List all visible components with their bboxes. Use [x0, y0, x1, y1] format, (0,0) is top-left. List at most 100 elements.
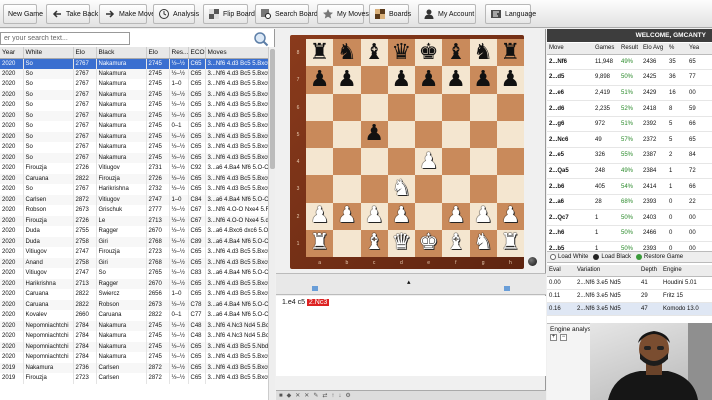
board-square[interactable]: [442, 93, 470, 121]
bold-icon[interactable]: ■: [279, 393, 283, 399]
board-square[interactable]: [469, 148, 497, 176]
add-engine-button[interactable]: +: [550, 334, 557, 341]
games-col-header[interactable]: Moves: [205, 47, 269, 59]
nav-last-button[interactable]: [504, 286, 510, 291]
game-row[interactable]: 2020 So 2767 Harikrishna 2732 ½–½ C65 3...Nf6 4…: [0, 184, 269, 195]
black-pawn-icon[interactable]: ♟: [442, 66, 469, 93]
flip-board-button[interactable]: Flip Board: [203, 4, 255, 24]
white-knight-icon[interactable]: ♞: [388, 175, 415, 202]
game-row[interactable]: 2020 Caruana 2822 Swiercz 2656 1–0 C65 3...Nf6 …: [0, 289, 269, 300]
black-knight-icon[interactable]: ♞: [333, 39, 360, 66]
games-col-header[interactable]: Elo: [146, 47, 170, 59]
stats-col-header[interactable]: Elo Avg: [641, 43, 667, 55]
games-col-header[interactable]: Elo: [73, 47, 97, 59]
games-col-header[interactable]: Res...: [169, 47, 189, 59]
games-scroll-thumb[interactable]: [270, 49, 275, 169]
stats-col-header[interactable]: %: [667, 43, 687, 55]
game-row[interactable]: 2020 So 2767 Nakamura 2745 ½–½ C65 3...Nf6 4.d3…: [0, 58, 269, 69]
board-square[interactable]: [415, 120, 443, 148]
game-row[interactable]: 2020 Harikrishna 2713 Ragger 2670 ½–½ C65 3...N…: [0, 278, 269, 289]
game-row[interactable]: 2020 Kovalev 2660 Caruana 2822 0–1 C77 3...a6 4…: [0, 310, 269, 321]
current-move[interactable]: 2.Nc3: [306, 299, 330, 306]
white-rook-icon[interactable]: ♜: [306, 230, 333, 257]
nav-first-button[interactable]: [312, 286, 318, 291]
game-row[interactable]: 2020 So 2767 Nakamura 2745 ½–½ C65 3...Nf6 4.d3…: [0, 142, 269, 153]
black-pawn-icon[interactable]: ♟: [361, 121, 388, 148]
black-pawn-icon[interactable]: ♟: [470, 66, 497, 93]
boards-button[interactable]: Boards: [369, 4, 411, 24]
game-row[interactable]: 2020 Nepomniachtchi 2784 Nakamura 2745 ½–½ C65…: [0, 352, 269, 363]
black-rook-icon[interactable]: ♜: [306, 39, 333, 66]
opening-move-row[interactable]: 2...d6 2,235 52% 2418 8 59: [547, 100, 712, 117]
opening-move-row[interactable]: 2...Qa5 248 49% 2384 1 72: [547, 163, 712, 180]
delete-icon[interactable]: ✕: [304, 392, 309, 399]
language-button[interactable]: Language: [485, 4, 536, 24]
board-square[interactable]: [306, 175, 334, 203]
black-queen-icon[interactable]: ♛: [388, 39, 415, 66]
white-rook-icon[interactable]: ♜: [497, 230, 524, 257]
board-square[interactable]: [469, 120, 497, 148]
game-row[interactable]: 2020 Nepomniachtchi 2784 Nakamura 2745 ½–½ C65…: [0, 341, 269, 352]
game-row[interactable]: 2019 Firouzja 2723 Carlsen 2872 ½–½ C65 3...Nf6…: [0, 373, 269, 384]
game-row[interactable]: 2020 So 2767 Nakamura 2745 ½–½ C65 3...Nf6 4.d3…: [0, 68, 269, 79]
engine-row[interactable]: 0.11 2...Nf6 3.e5 Nd5 29 Fritz 15: [547, 289, 712, 303]
game-row[interactable]: 2020 So 2767 Nakamura 2745 ½–½ C65 3...Nf6 4.d3…: [0, 110, 269, 121]
game-row[interactable]: 2020 Duda 2758 Giri 2768 ½–½ C89 3...a6 4.Ba4 N…: [0, 236, 269, 247]
opening-move-row[interactable]: 2...g6 972 51% 2392 5 66: [547, 116, 712, 133]
opening-move-row[interactable]: 2...Nf6 11,948 49% 2436 35 65: [547, 54, 712, 71]
opening-move-row[interactable]: 2...Nc6 49 57% 2372 5 65: [547, 131, 712, 149]
black-pawn-icon[interactable]: ♟: [333, 66, 360, 93]
white-pawn-icon[interactable]: ♟: [470, 203, 497, 230]
game-row[interactable]: 2020 Anand 2758 Giri 2768 ½–½ C65 3...Nf6 4.d3 …: [0, 257, 269, 268]
opening-move-row[interactable]: 2...d5 9,898 50% 2425 36 77: [547, 69, 712, 86]
stats-col-header[interactable]: Move: [547, 43, 593, 55]
black-pawn-icon[interactable]: ♟: [388, 66, 415, 93]
black-bishop-icon[interactable]: ♝: [442, 39, 469, 66]
board-square[interactable]: [333, 120, 361, 148]
game-row[interactable]: 2020 Carlsen 2872 Vitiugov 2747 1–0 C84 3...a6 …: [0, 194, 269, 205]
board-square[interactable]: [333, 93, 361, 121]
game-row[interactable]: 2020 So 2767 Nakamura 2745 ½–½ C65 3...Nf6 4.d3…: [0, 152, 269, 163]
board-square[interactable]: [306, 148, 334, 176]
board-square[interactable]: [496, 93, 524, 121]
board-square[interactable]: [496, 175, 524, 203]
games-scrollbar[interactable]: [268, 47, 275, 400]
game-row[interactable]: 2020 So 2767 Nakamura 2745 ½–½ C65 3...Nf6 4.d3…: [0, 89, 269, 100]
opening-move-row[interactable]: 2...h6 1 50% 2466 0 00: [547, 225, 712, 242]
opening-move-row[interactable]: 2...e5 326 55% 2387 2 84: [547, 147, 712, 164]
board-square[interactable]: [415, 175, 443, 203]
board-square[interactable]: [333, 229, 361, 257]
opening-move-row[interactable]: 2...a6 28 68% 2393 0 22: [547, 194, 712, 211]
analysis-button[interactable]: Analysis: [153, 4, 199, 24]
black-king-icon[interactable]: ♚: [415, 39, 442, 66]
move-prefix[interactable]: 1.e4 c5: [282, 299, 305, 306]
engine-row[interactable]: 0.16 2...Nf6 3.e5 Nd5 47 Komodo 13.0: [547, 302, 712, 316]
white-queen-icon[interactable]: ♛: [388, 230, 415, 257]
load-black-button[interactable]: Load Black: [593, 254, 631, 260]
comment-icon[interactable]: ✎: [313, 392, 318, 399]
white-pawn-icon[interactable]: ♟: [497, 203, 524, 230]
demote-icon[interactable]: ↓: [338, 393, 341, 399]
board-square[interactable]: [360, 66, 388, 94]
game-row[interactable]: 2020 Caruana 2822 Firouzja 2726 ½–½ C65 3...Nf6…: [0, 173, 269, 184]
board-square[interactable]: [496, 120, 524, 148]
chessboard[interactable]: ♜ ♞ ♝ ♛ ♚ ♝ ♞ ♜ ♟ ♟ ♟ ♟ ♟ ♟ ♟ ♟ ♟ ♞ ♟ ♟ ♟ ♟ ♟ ♟ ♟ ♜ ♝ ♛ ♚ ♝ ♞ ♜: [306, 39, 524, 257]
games-col-header[interactable]: Black: [96, 47, 147, 59]
game-row[interactable]: 2020 Nepomniachtchi 2784 Nakamura 2745 ½–½ C48…: [0, 320, 269, 331]
board-square[interactable]: [360, 175, 388, 203]
white-pawn-icon[interactable]: ♟: [442, 203, 469, 230]
games-col-header[interactable]: White: [23, 47, 74, 59]
opening-move-row[interactable]: 2...b6 405 54% 2414 1 66: [547, 178, 712, 195]
my-account-button[interactable]: My Account: [418, 4, 476, 24]
game-row[interactable]: 2020 So 2767 Nakamura 2745 ½–½ C65 3...Nf6 4.d3…: [0, 100, 269, 111]
black-pawn-icon[interactable]: ♟: [306, 66, 333, 93]
board-square[interactable]: [496, 148, 524, 176]
white-bishop-icon[interactable]: ♝: [442, 230, 469, 257]
load-white-button[interactable]: Load White: [550, 254, 588, 260]
games-col-header[interactable]: Year: [0, 47, 24, 59]
games-col-header[interactable]: ECO: [188, 47, 206, 59]
black-knight-icon[interactable]: ♞: [470, 39, 497, 66]
board-square[interactable]: [387, 93, 415, 121]
black-bishop-icon[interactable]: ♝: [361, 39, 388, 66]
stats-col-header[interactable]: Yea: [687, 43, 712, 55]
